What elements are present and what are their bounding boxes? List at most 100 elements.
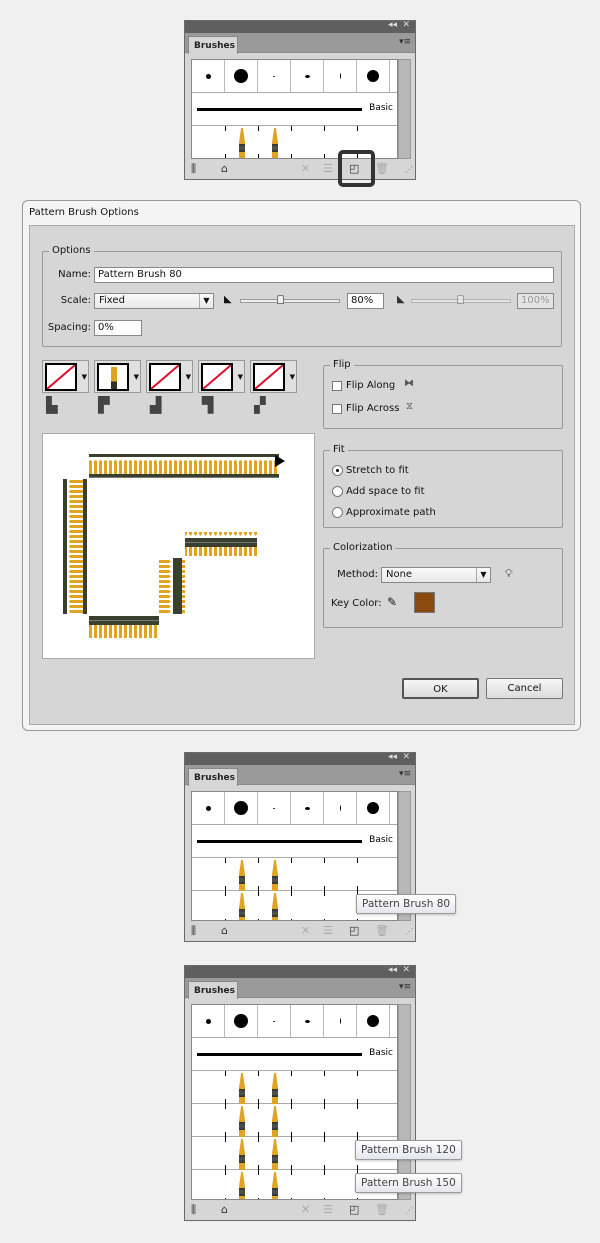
brush-swatch[interactable] xyxy=(225,1005,258,1037)
brush-swatch[interactable] xyxy=(225,60,258,92)
brush-row-pattern[interactable] xyxy=(192,1071,397,1104)
brush-swatch[interactable] xyxy=(258,792,291,824)
panel-footer: ⫼ ⌂ ✕ ☰ ◰ 🗑︎ ⋰ xyxy=(185,1200,415,1220)
tab-brushes[interactable]: Brushes xyxy=(188,36,238,54)
inner-corner-tile-button[interactable]: ▼ xyxy=(146,360,193,393)
eyedropper-icon[interactable]: ✎ xyxy=(387,595,397,609)
delete-brush-icon[interactable]: 🗑︎ xyxy=(375,924,389,937)
scrollbar[interactable] xyxy=(398,59,411,159)
delete-brush-icon[interactable]: 🗑︎ xyxy=(375,1203,389,1216)
chevron-down-icon[interactable]: ▼ xyxy=(290,373,295,381)
brush-row-basic[interactable]: Basic xyxy=(192,1038,397,1071)
scale-slider[interactable] xyxy=(240,299,340,303)
scale-select[interactable]: Fixed ▼ xyxy=(94,293,214,309)
cancel-button[interactable]: Cancel xyxy=(486,678,563,699)
brush-row-pattern[interactable] xyxy=(192,1104,397,1137)
tab-brushes[interactable]: Brushes xyxy=(188,768,238,786)
brush-swatch[interactable] xyxy=(192,60,225,92)
fit-radio[interactable] xyxy=(332,507,343,518)
remove-stroke-icon[interactable]: ✕ xyxy=(301,1203,310,1216)
fit-radio[interactable] xyxy=(332,465,343,476)
brush-dot xyxy=(367,1015,379,1027)
scale-value: Fixed xyxy=(99,295,125,306)
bullet-icon xyxy=(239,1071,245,1104)
brush-swatch[interactable] xyxy=(192,1005,225,1037)
brush-libraries-icon[interactable]: ⫼ xyxy=(191,1203,196,1217)
brush-swatch[interactable] xyxy=(291,60,324,92)
libraries-cloud-icon[interactable]: ⌂ xyxy=(221,162,228,175)
chevron-down-icon[interactable]: ▼ xyxy=(82,373,87,381)
close-icon[interactable]: ✕ xyxy=(402,752,410,762)
end-tile-button[interactable]: ▼ xyxy=(250,360,297,393)
tick xyxy=(291,1104,292,1109)
collapse-icon[interactable]: ◂◂ xyxy=(388,20,397,30)
close-icon[interactable]: ✕ xyxy=(402,20,410,30)
chevron-down-icon[interactable]: ▼ xyxy=(134,373,139,381)
fit-group: Fit Stretch to fit Add space to fit Approx… xyxy=(323,444,563,528)
brush-swatch[interactable] xyxy=(357,1005,390,1037)
panel-menu-icon[interactable]: ▾≡ xyxy=(399,37,411,47)
brush-swatch[interactable] xyxy=(324,60,357,92)
remove-stroke-icon[interactable]: ✕ xyxy=(301,924,310,937)
brush-swatch[interactable] xyxy=(291,792,324,824)
flip-across-label: Flip Across xyxy=(346,403,400,414)
panel-menu-icon[interactable]: ▾≡ xyxy=(399,982,411,992)
spacing-input[interactable]: 0% xyxy=(94,320,142,336)
brush-swatch[interactable] xyxy=(258,60,291,92)
collapse-icon[interactable]: ◂◂ xyxy=(388,752,397,762)
new-brush-icon[interactable]: ◰ xyxy=(349,924,359,937)
remove-stroke-icon[interactable]: ✕ xyxy=(301,162,310,175)
brush-swatch[interactable] xyxy=(291,1005,324,1037)
brush-swatch[interactable] xyxy=(357,792,390,824)
tips-lightbulb-icon[interactable]: 💡︎ xyxy=(505,567,513,581)
flip-along-label: Flip Along xyxy=(346,380,396,391)
close-icon[interactable]: ✕ xyxy=(402,965,410,975)
colorization-group: Colorization Method: None ▼ 💡︎ Key Color:… xyxy=(323,542,563,628)
name-input[interactable]: Pattern Brush 80 xyxy=(94,267,554,283)
chevron-down-icon[interactable]: ▼ xyxy=(186,373,191,381)
brush-swatch[interactable] xyxy=(225,792,258,824)
brush-swatch[interactable] xyxy=(324,792,357,824)
scale-percent-input[interactable]: 80% xyxy=(347,293,384,309)
resize-grip-icon[interactable]: ⋰ xyxy=(405,1206,413,1215)
chevron-down-icon[interactable]: ▼ xyxy=(238,373,243,381)
panel-menu-icon[interactable]: ▾≡ xyxy=(399,769,411,779)
outer-corner-tile-button[interactable]: ▼ xyxy=(94,360,141,393)
brush-libraries-icon[interactable]: ⫼ xyxy=(191,162,196,176)
brush-options-icon[interactable]: ☰ xyxy=(323,162,333,175)
key-color-swatch[interactable] xyxy=(414,592,435,613)
scale-slider-thumb[interactable] xyxy=(277,295,284,304)
bullet-icon xyxy=(239,858,245,891)
libraries-cloud-icon[interactable]: ⌂ xyxy=(221,1203,228,1216)
resize-grip-icon[interactable]: ⋰ xyxy=(405,165,413,174)
tab-brushes[interactable]: Brushes xyxy=(188,981,238,999)
flip-across-checkbox[interactable] xyxy=(332,404,342,414)
brush-options-icon[interactable]: ☰ xyxy=(323,1203,333,1216)
ok-button[interactable]: OK xyxy=(402,678,479,699)
flip-along-checkbox[interactable] xyxy=(332,381,342,391)
start-tile-button[interactable]: ▼ xyxy=(198,360,245,393)
tick xyxy=(258,1071,259,1076)
scrollbar[interactable] xyxy=(398,1004,411,1200)
brush-row-basic[interactable]: Basic xyxy=(192,825,397,858)
delete-brush-icon[interactable]: 🗑︎ xyxy=(375,162,389,175)
tick xyxy=(324,1071,325,1076)
brush-options-icon[interactable]: ☰ xyxy=(323,924,333,937)
libraries-cloud-icon[interactable]: ⌂ xyxy=(221,924,228,937)
tick xyxy=(225,858,226,863)
method-select[interactable]: None ▼ xyxy=(381,567,491,583)
brush-swatch[interactable] xyxy=(258,1005,291,1037)
brush-libraries-icon[interactable]: ⫼ xyxy=(191,924,196,938)
brush-swatch[interactable] xyxy=(357,60,390,92)
collapse-icon[interactable]: ◂◂ xyxy=(388,965,397,975)
bullet-icon xyxy=(272,858,278,891)
fit-radio[interactable] xyxy=(332,486,343,497)
side-tile-button[interactable]: ▼ xyxy=(42,360,89,393)
brush-row-pattern[interactable] xyxy=(192,858,397,891)
resize-grip-icon[interactable]: ⋰ xyxy=(405,927,413,936)
inner-corner-tile-swatch xyxy=(149,363,181,391)
brush-swatch[interactable] xyxy=(324,1005,357,1037)
brush-row-basic[interactable]: Basic xyxy=(192,93,397,126)
new-brush-icon[interactable]: ◰ xyxy=(349,1203,359,1216)
brush-swatch[interactable] xyxy=(192,792,225,824)
